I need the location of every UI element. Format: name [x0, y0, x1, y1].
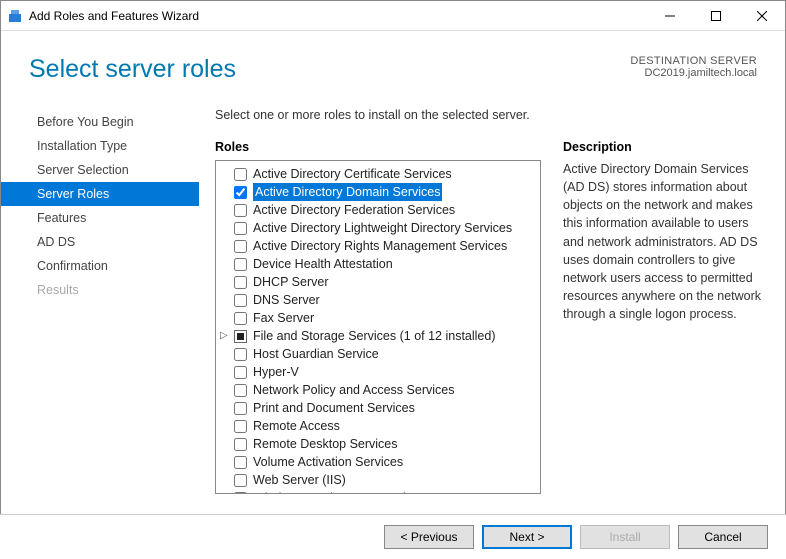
- minimize-button[interactable]: [647, 1, 693, 31]
- role-checkbox[interactable]: [234, 492, 247, 495]
- role-item[interactable]: Volume Activation Services: [218, 453, 538, 471]
- role-checkbox[interactable]: [234, 168, 247, 181]
- role-checkbox[interactable]: [234, 258, 247, 271]
- wizard-step-7: Results: [1, 278, 199, 302]
- role-item[interactable]: DNS Server: [218, 291, 538, 309]
- window-controls: [647, 1, 785, 31]
- role-item[interactable]: Fax Server: [218, 309, 538, 327]
- role-item[interactable]: Device Health Attestation: [218, 255, 538, 273]
- role-label: File and Storage Services (1 of 12 insta…: [253, 327, 496, 345]
- close-button[interactable]: [739, 1, 785, 31]
- role-checkbox[interactable]: [234, 348, 247, 361]
- destination-label: DESTINATION SERVER: [630, 55, 757, 67]
- page-title: Select server roles: [29, 55, 236, 84]
- destination-value: DC2019.jamiltech.local: [630, 67, 757, 79]
- role-checkbox[interactable]: [234, 438, 247, 451]
- role-checkbox[interactable]: [234, 294, 247, 307]
- role-checkbox-mixed[interactable]: [234, 330, 247, 343]
- previous-button[interactable]: < Previous: [384, 525, 474, 549]
- wizard-step-1[interactable]: Installation Type: [1, 134, 199, 158]
- wizard-step-0[interactable]: Before You Begin: [1, 110, 199, 134]
- role-item[interactable]: Print and Document Services: [218, 399, 538, 417]
- role-label: Windows Deployment Services: [253, 489, 425, 494]
- role-label: Remote Desktop Services: [253, 435, 398, 453]
- role-item[interactable]: ▷ File and Storage Services (1 of 12 inst…: [218, 327, 538, 345]
- role-label: Print and Document Services: [253, 399, 415, 417]
- role-item[interactable]: Active Directory Rights Management Servi…: [218, 237, 538, 255]
- wizard-steps: Before You BeginInstallation TypeServer …: [1, 94, 199, 494]
- role-label: Active Directory Lightweight Directory S…: [253, 219, 512, 237]
- wizard-step-6[interactable]: Confirmation: [1, 254, 199, 278]
- role-checkbox[interactable]: [234, 186, 247, 199]
- role-item[interactable]: Hyper-V: [218, 363, 538, 381]
- role-label: Remote Access: [253, 417, 340, 435]
- role-label: Web Server (IIS): [253, 471, 346, 489]
- role-item[interactable]: Web Server (IIS): [218, 471, 538, 489]
- panels: Roles Active Directory Certificate Servi…: [215, 140, 765, 494]
- role-item[interactable]: Active Directory Federation Services: [218, 201, 538, 219]
- content: Before You BeginInstallation TypeServer …: [1, 94, 785, 494]
- description-panel: Description Active Directory Domain Serv…: [563, 140, 765, 494]
- install-button[interactable]: Install: [580, 525, 670, 549]
- role-item[interactable]: Remote Desktop Services: [218, 435, 538, 453]
- role-label: Hyper-V: [253, 363, 299, 381]
- role-label: Device Health Attestation: [253, 255, 393, 273]
- role-checkbox[interactable]: [234, 276, 247, 289]
- expand-icon[interactable]: ▷: [220, 327, 228, 345]
- maximize-button[interactable]: [693, 1, 739, 31]
- app-icon: [7, 8, 23, 24]
- roles-heading: Roles: [215, 140, 541, 154]
- page-header: Select server roles DESTINATION SERVER D…: [1, 31, 785, 94]
- role-label: Active Directory Domain Services: [253, 183, 442, 201]
- role-label: Host Guardian Service: [253, 345, 379, 363]
- role-checkbox[interactable]: [234, 222, 247, 235]
- instruction-text: Select one or more roles to install on t…: [215, 108, 765, 122]
- cancel-button[interactable]: Cancel: [678, 525, 768, 549]
- role-checkbox[interactable]: [234, 204, 247, 217]
- role-item[interactable]: Windows Deployment Services: [218, 489, 538, 494]
- description-text: Active Directory Domain Services (AD DS)…: [563, 160, 765, 323]
- role-label: Active Directory Federation Services: [253, 201, 455, 219]
- role-checkbox[interactable]: [234, 456, 247, 469]
- role-checkbox[interactable]: [234, 402, 247, 415]
- role-item[interactable]: Active Directory Domain Services: [218, 183, 538, 201]
- role-item[interactable]: Network Policy and Access Services: [218, 381, 538, 399]
- role-item[interactable]: Remote Access: [218, 417, 538, 435]
- role-item[interactable]: Active Directory Lightweight Directory S…: [218, 219, 538, 237]
- role-item[interactable]: Active Directory Certificate Services: [218, 165, 538, 183]
- role-checkbox[interactable]: [234, 420, 247, 433]
- destination-server: DESTINATION SERVER DC2019.jamiltech.loca…: [630, 55, 757, 79]
- wizard-step-5[interactable]: AD DS: [1, 230, 199, 254]
- role-label: Fax Server: [253, 309, 314, 327]
- wizard-buttons: < Previous Next > Install Cancel: [0, 514, 786, 559]
- role-label: Active Directory Certificate Services: [253, 165, 452, 183]
- role-item[interactable]: DHCP Server: [218, 273, 538, 291]
- role-label: DNS Server: [253, 291, 320, 309]
- roles-listbox[interactable]: Active Directory Certificate ServicesAct…: [215, 160, 541, 494]
- description-heading: Description: [563, 140, 765, 154]
- wizard-step-3[interactable]: Server Roles: [1, 182, 199, 206]
- role-label: Volume Activation Services: [253, 453, 403, 471]
- role-checkbox[interactable]: [234, 384, 247, 397]
- role-checkbox[interactable]: [234, 312, 247, 325]
- window-title: Add Roles and Features Wizard: [29, 9, 647, 23]
- titlebar: Add Roles and Features Wizard: [1, 1, 785, 31]
- role-label: DHCP Server: [253, 273, 328, 291]
- role-checkbox[interactable]: [234, 366, 247, 379]
- role-checkbox[interactable]: [234, 240, 247, 253]
- role-label: Active Directory Rights Management Servi…: [253, 237, 507, 255]
- role-label: Network Policy and Access Services: [253, 381, 454, 399]
- role-item[interactable]: Host Guardian Service: [218, 345, 538, 363]
- main-panel: Select one or more roles to install on t…: [199, 94, 771, 494]
- wizard-step-2[interactable]: Server Selection: [1, 158, 199, 182]
- roles-panel: Roles Active Directory Certificate Servi…: [215, 140, 541, 494]
- wizard-step-4[interactable]: Features: [1, 206, 199, 230]
- role-checkbox[interactable]: [234, 474, 247, 487]
- next-button[interactable]: Next >: [482, 525, 572, 549]
